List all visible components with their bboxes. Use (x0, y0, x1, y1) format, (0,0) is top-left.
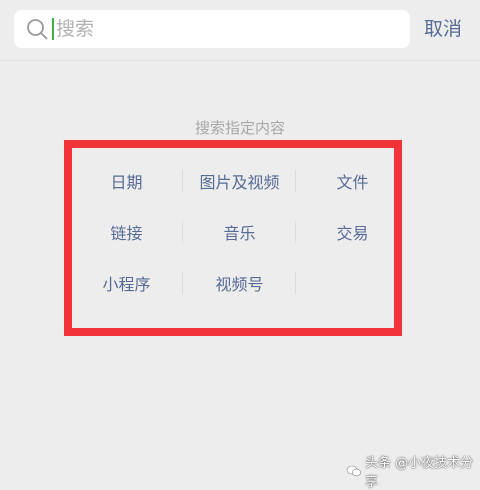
text-cursor (52, 18, 54, 40)
search-option-grid: 日期 图片及视频 文件 链接 音乐 交易 小程序 视频号 (70, 155, 410, 308)
watermark-text: 头条 @小夜技术分享 (365, 456, 474, 490)
option-links[interactable]: 链接 (70, 219, 183, 245)
option-transactions[interactable]: 交易 (296, 219, 409, 245)
search-input[interactable] (56, 18, 356, 40)
chat-bubble-icon (346, 463, 362, 479)
option-empty-slot (296, 270, 409, 296)
option-row: 小程序 视频号 (70, 257, 410, 308)
search-bar: 取消 (0, 0, 480, 61)
option-music[interactable]: 音乐 (183, 219, 296, 245)
option-mini-programs[interactable]: 小程序 (70, 270, 183, 296)
cancel-button[interactable]: 取消 (424, 14, 462, 41)
option-channels[interactable]: 视频号 (183, 270, 296, 296)
option-photos-videos[interactable]: 图片及视频 (183, 168, 296, 194)
search-icon (24, 16, 50, 42)
search-box[interactable] (14, 10, 410, 48)
section-title: 搜索指定内容 (194, 119, 285, 137)
option-files[interactable]: 文件 (296, 168, 409, 194)
option-row: 日期 图片及视频 文件 (70, 155, 410, 206)
option-row: 链接 音乐 交易 (70, 206, 410, 257)
option-date[interactable]: 日期 (70, 168, 183, 194)
watermark: 头条 @小夜技术分享 (346, 452, 480, 490)
